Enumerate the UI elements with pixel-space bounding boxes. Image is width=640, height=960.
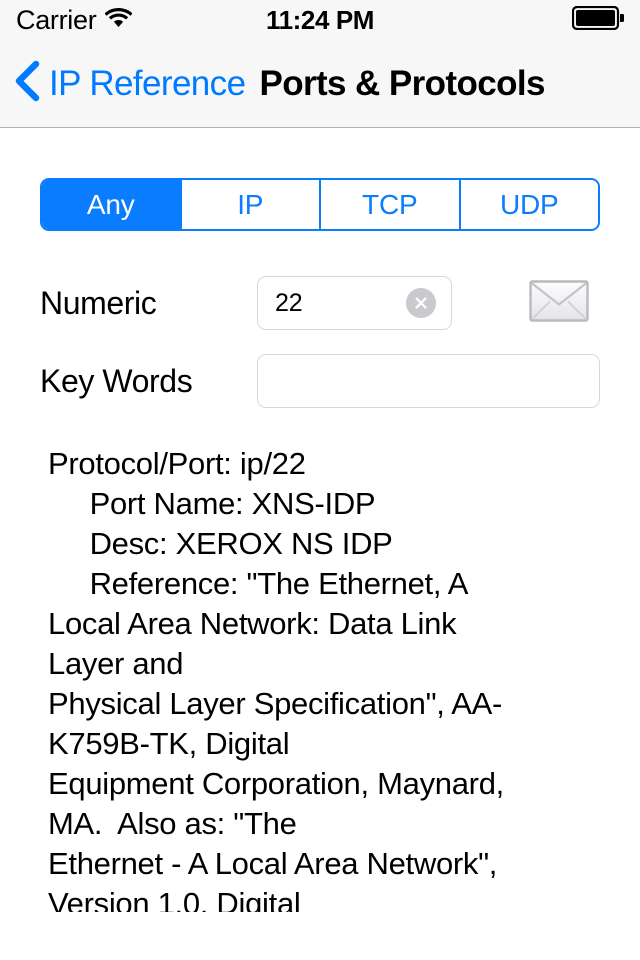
keywords-input[interactable] — [257, 354, 600, 408]
numeric-input[interactable]: 22 — [257, 276, 452, 330]
numeric-input-value[interactable]: 22 — [258, 290, 406, 316]
segment-tcp[interactable]: TCP — [321, 180, 461, 229]
numeric-row: Numeric 22 — [40, 272, 600, 334]
battery-full-icon — [571, 5, 625, 35]
segment-any[interactable]: Any — [42, 180, 182, 229]
page-title: Ports & Protocols — [259, 64, 545, 103]
wifi-icon — [104, 7, 133, 33]
keywords-label: Key Words — [40, 363, 193, 399]
back-button[interactable]: IP Reference — [14, 60, 246, 107]
chevron-left-icon[interactable] — [14, 60, 40, 107]
keywords-row: Key Words — [40, 350, 600, 412]
protocol-filter-segmented-control[interactable]: Any IP TCP UDP — [40, 178, 600, 231]
status-bar-right — [571, 5, 625, 35]
navigation-bar: IP Reference Ports & Protocols — [0, 40, 640, 128]
back-button-label[interactable]: IP Reference — [49, 66, 246, 101]
mail-button[interactable] — [528, 278, 600, 329]
clear-circle-icon[interactable] — [406, 288, 436, 318]
envelope-icon[interactable] — [528, 278, 590, 329]
numeric-label: Numeric — [40, 285, 157, 321]
carrier-label: Carrier — [16, 4, 97, 35]
status-bar: Carrier 11:24 PM — [0, 0, 640, 40]
protocol-result-text: Protocol/Port: ip/22 Port Name: XNS-IDP … — [48, 446, 504, 912]
segment-udp[interactable]: UDP — [460, 180, 598, 229]
status-bar-left: Carrier — [16, 4, 133, 35]
segment-ip[interactable]: IP — [181, 180, 321, 229]
result-text-area[interactable]: Protocol/Port: ip/22 Port Name: XNS-IDP … — [48, 444, 608, 912]
